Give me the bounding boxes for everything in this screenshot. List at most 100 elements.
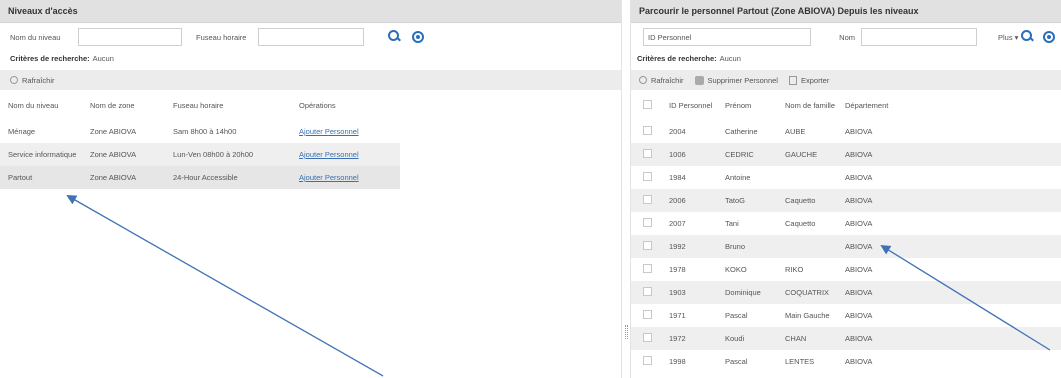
personnel-search-row: ID Personnel Nom Plus ▾: [631, 23, 1061, 51]
refresh-button[interactable]: Rafraîchir: [639, 76, 684, 85]
col-header-personnel-id[interactable]: ID Personnel: [661, 90, 717, 120]
row-checkbox[interactable]: [643, 310, 652, 319]
access-levels-search-row: Nom du niveau Fuseau horaire: [0, 23, 621, 51]
cell-department: ABIOVA: [837, 281, 1061, 304]
row-checkbox[interactable]: [643, 356, 652, 365]
access-levels-toolbar: Rafraîchir: [0, 70, 621, 90]
add-personnel-link[interactable]: Ajouter Personnel: [299, 150, 359, 159]
cell-first-name: Tani: [725, 219, 739, 228]
timezone-label: Fuseau horaire: [196, 32, 247, 42]
row-checkbox[interactable]: [643, 195, 652, 204]
table-row[interactable]: 2007 Tani Caquetto ABIOVA: [631, 212, 1061, 235]
cell-first-name: CEDRIC: [717, 143, 777, 166]
cell-personnel-id: 2004: [669, 127, 686, 136]
level-name-input[interactable]: [78, 28, 182, 46]
reset-icon[interactable]: [412, 31, 424, 43]
cell-department: ABIOVA: [845, 219, 873, 228]
table-row[interactable]: 1903 Dominique COQUATRIX ABIOVA: [631, 281, 1061, 304]
table-row[interactable]: 1992 Bruno ABIOVA: [631, 235, 1061, 258]
col-header-zone-name[interactable]: Nom de zone: [82, 90, 165, 120]
pane-splitter[interactable]: [621, 0, 631, 378]
col-header-level-name[interactable]: Nom du niveau: [0, 90, 82, 120]
name-label: Nom: [839, 32, 855, 42]
criteria-label: Critères de recherche:: [637, 53, 717, 63]
table-header-row: Nom du niveau Nom de zone Fuseau horaire…: [0, 90, 400, 120]
cell-last-name: Caquetto: [777, 189, 837, 212]
search-icon[interactable]: [1021, 30, 1033, 42]
table-row[interactable]: 1978 KOKO RIKO ABIOVA: [631, 258, 1061, 281]
col-header-timezone[interactable]: Fuseau horaire: [165, 90, 291, 120]
criteria-value: Aucun: [92, 53, 114, 63]
reset-icon[interactable]: [1043, 31, 1055, 43]
timezone-input[interactable]: [258, 28, 364, 46]
row-checkbox[interactable]: [643, 287, 652, 296]
table-row[interactable]: Service informatique Zone ABIOVA Lun-Ven…: [0, 143, 400, 166]
cell-zone-name: Zone ABIOVA: [90, 127, 137, 136]
more-filters-button[interactable]: Plus ▾: [998, 33, 1018, 42]
table-row[interactable]: 1006 CEDRIC GAUCHE ABIOVA: [631, 143, 1061, 166]
select-all-checkbox[interactable]: [643, 99, 652, 109]
refresh-button[interactable]: Rafraîchir: [10, 76, 55, 85]
access-levels-title: Niveaux d'accès: [8, 6, 78, 16]
cell-first-name: KOKO: [725, 265, 747, 274]
delete-personnel-label: Supprimer Personnel: [707, 75, 778, 85]
refresh-label: Rafraîchir: [651, 75, 684, 85]
cell-last-name: COQUATRIX: [777, 281, 837, 304]
search-criteria: Critères de recherche: Aucun: [631, 51, 1061, 65]
add-personnel-link[interactable]: Ajouter Personnel: [299, 127, 359, 136]
cell-timezone: Sam 8h00 à 14h00: [173, 127, 237, 136]
cell-last-name: GAUCHE: [777, 143, 837, 166]
table-row[interactable]: 2006 TatoG Caquetto ABIOVA: [631, 189, 1061, 212]
row-checkbox[interactable]: [643, 241, 652, 250]
personnel-id-input[interactable]: ID Personnel: [643, 28, 811, 46]
table-row[interactable]: 1971 Pascal Main Gauche ABIOVA: [631, 304, 1061, 327]
cell-first-name: TatoG: [717, 189, 777, 212]
cell-personnel-id: 1971: [669, 311, 686, 320]
col-header-department[interactable]: Département: [837, 90, 1061, 120]
export-button[interactable]: Exporter: [788, 75, 830, 85]
col-header-last-name[interactable]: Nom de famille: [777, 90, 837, 120]
table-row-selected[interactable]: Partout Zone ABIOVA 24-Hour Accessible A…: [0, 166, 400, 189]
row-checkbox[interactable]: [643, 126, 652, 135]
search-icon[interactable]: [388, 30, 400, 42]
cell-department: ABIOVA: [845, 127, 873, 136]
cell-first-name: Dominique: [717, 281, 777, 304]
cell-first-name: Bruno: [717, 235, 777, 258]
criteria-value: Aucun: [719, 53, 741, 63]
row-checkbox[interactable]: [643, 333, 652, 342]
splitter-grip[interactable]: [625, 325, 628, 339]
export-icon: [788, 75, 797, 85]
cell-level-name: Service informatique: [0, 143, 82, 166]
cell-last-name: Caquetto: [785, 219, 816, 228]
cell-last-name: [777, 166, 837, 189]
delete-icon: [694, 75, 704, 85]
cell-department: ABIOVA: [845, 357, 873, 366]
row-checkbox[interactable]: [643, 218, 652, 227]
cell-timezone: Lun-Ven 08h00 à 20h00: [165, 143, 291, 166]
search-criteria: Critères de recherche: Aucun: [0, 51, 621, 65]
row-checkbox[interactable]: [643, 172, 652, 181]
cell-level-name: Ménage: [8, 127, 36, 136]
col-header-first-name[interactable]: Prénom: [717, 90, 777, 120]
access-levels-panel: Niveaux d'accès Nom du niveau Fuseau hor…: [0, 0, 621, 378]
table-row[interactable]: 1984 Antoine ABIOVA: [631, 166, 1061, 189]
table-row[interactable]: 1972 Koudi CHAN ABIOVA: [631, 327, 1061, 350]
table-row[interactable]: 2004 Catherine AUBE ABIOVA: [631, 120, 1061, 143]
table-row[interactable]: 1998 Pascal LENTES ABIOVA: [631, 350, 1061, 373]
export-label: Exporter: [800, 75, 830, 85]
name-input[interactable]: [861, 28, 977, 46]
cell-department: ABIOVA: [837, 189, 1061, 212]
row-checkbox[interactable]: [643, 149, 652, 158]
cell-department: ABIOVA: [845, 265, 873, 274]
personnel-id-label: ID Personnel: [648, 33, 692, 42]
row-checkbox[interactable]: [643, 264, 652, 273]
cell-last-name: RIKO: [785, 265, 804, 274]
add-personnel-link[interactable]: Ajouter Personnel: [299, 173, 359, 182]
personnel-title: Parcourir le personnel Partout (Zone ABI…: [639, 6, 919, 16]
delete-personnel-button[interactable]: Supprimer Personnel: [694, 75, 778, 85]
cell-department: ABIOVA: [837, 143, 1061, 166]
personnel-toolbar: Rafraîchir Supprimer Personnel Exporter: [631, 70, 1061, 90]
cell-first-name: Pascal: [725, 311, 748, 320]
cell-personnel-id: 1903: [661, 281, 717, 304]
table-row[interactable]: Ménage Zone ABIOVA Sam 8h00 à 14h00 Ajou…: [0, 120, 400, 143]
